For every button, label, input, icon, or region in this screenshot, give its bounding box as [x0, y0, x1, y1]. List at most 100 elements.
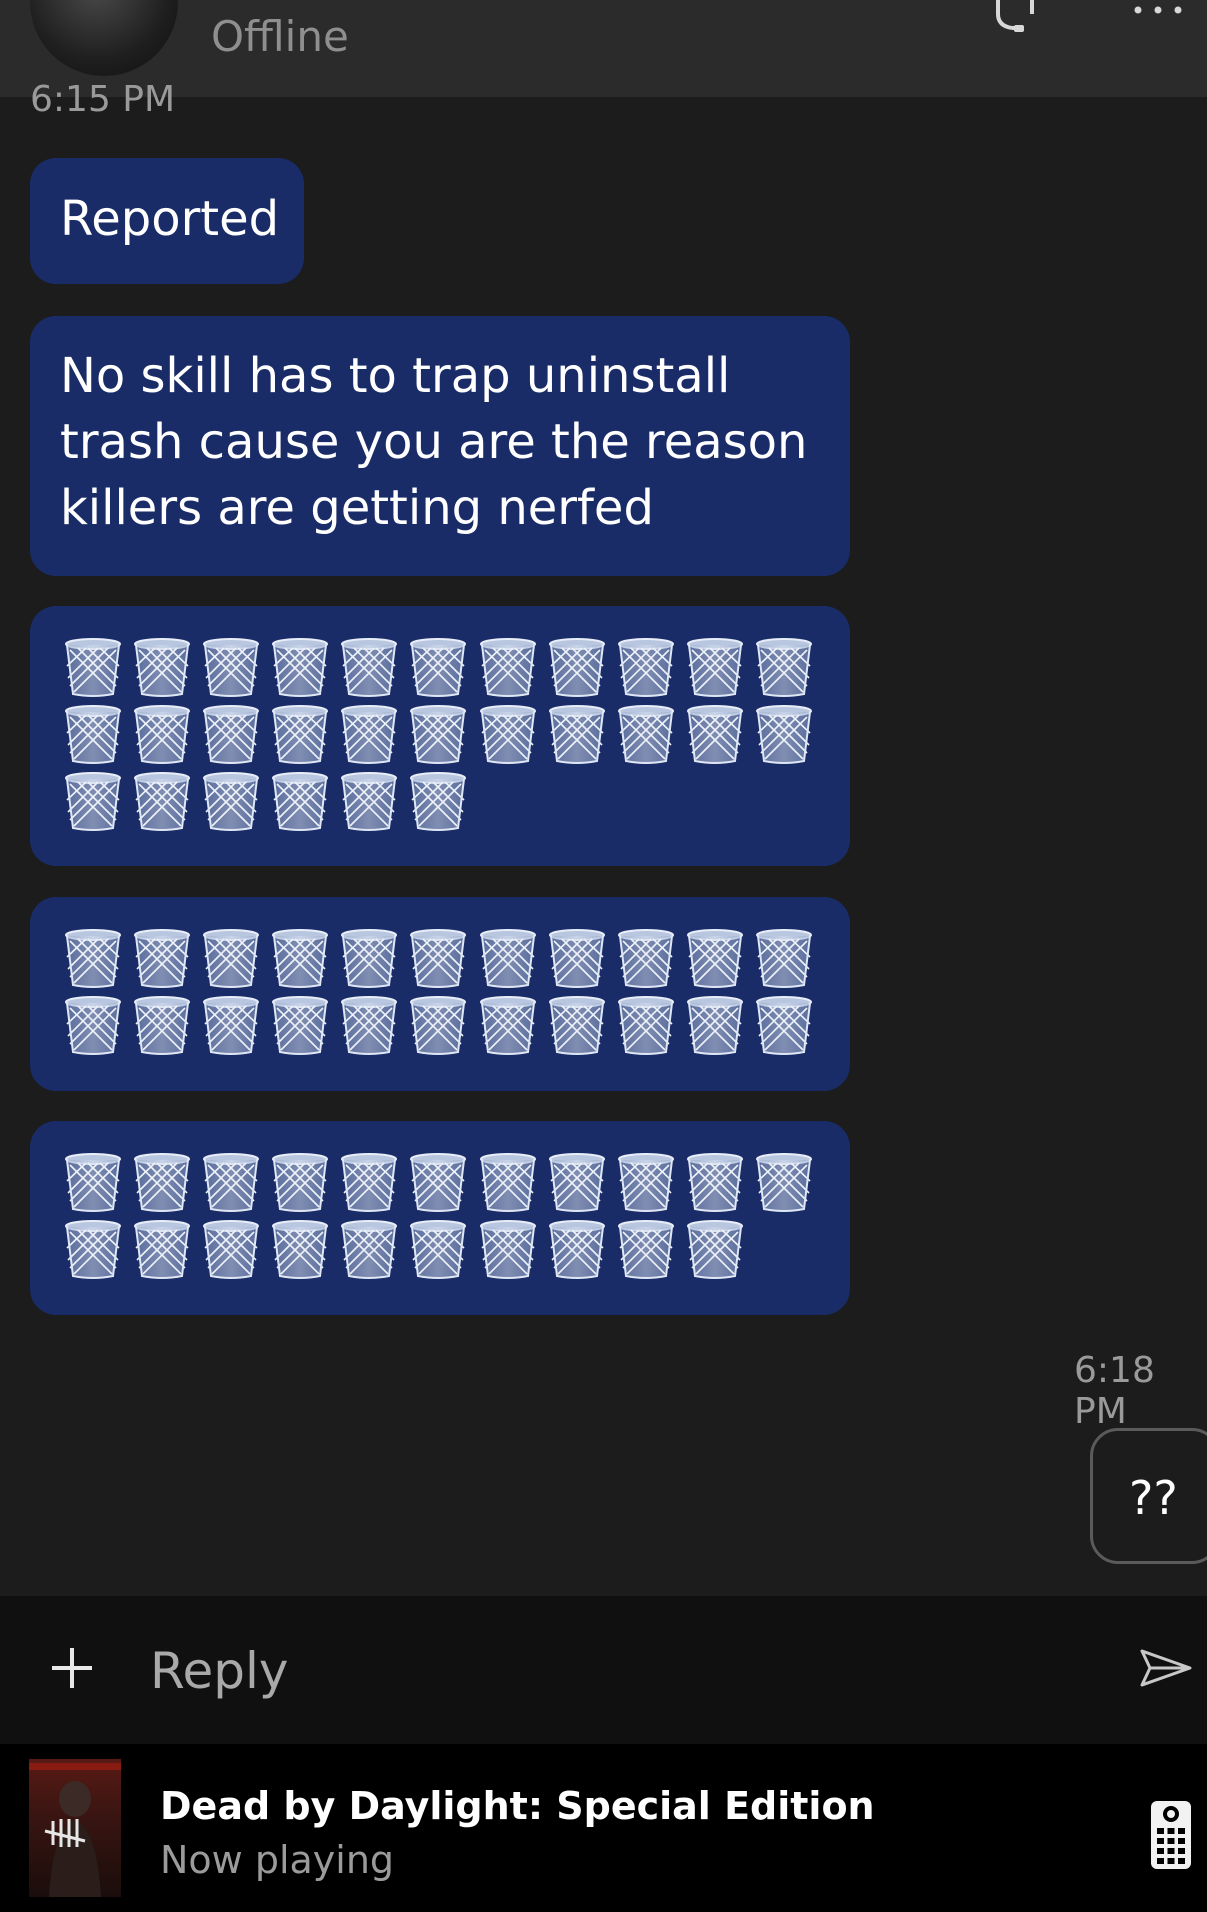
headset-icon: [996, 0, 1034, 32]
wastebasket-icon: [548, 929, 606, 989]
wastebasket-icon: [686, 638, 744, 698]
wastebasket-icon: [64, 705, 122, 765]
wastebasket-icon: [479, 705, 537, 765]
wastebasket-icon: [617, 1220, 675, 1280]
wastebasket-icon: [755, 1153, 813, 1213]
wastebasket-icon: [340, 705, 398, 765]
wastebasket-icon: [409, 638, 467, 698]
wastebasket-icon: [64, 996, 122, 1056]
more-options-button[interactable]: [1130, 4, 1186, 24]
message-text: ??: [1129, 1471, 1178, 1525]
emoji-row: [64, 996, 824, 1063]
wastebasket-icon: [271, 1153, 329, 1213]
wastebasket-icon: [202, 638, 260, 698]
incoming-message[interactable]: No skill has to trap uninstall trash cau…: [30, 316, 850, 576]
wastebasket-icon: [409, 1153, 467, 1213]
wastebasket-icon: [755, 705, 813, 765]
wastebasket-icon: [271, 772, 329, 832]
wastebasket-icon: [202, 1220, 260, 1280]
wastebasket-icon: [686, 1153, 744, 1213]
wastebasket-icon: [409, 705, 467, 765]
wastebasket-icon: [340, 1153, 398, 1213]
wastebasket-icon: [409, 996, 467, 1056]
wastebasket-icon: [340, 1220, 398, 1280]
remote-icon: [1151, 1801, 1191, 1869]
reply-input[interactable]: [148, 1630, 1092, 1712]
wastebasket-icon: [202, 996, 260, 1056]
outgoing-message[interactable]: ??: [1090, 1428, 1207, 1564]
avatar[interactable]: [30, 0, 178, 76]
wastebasket-icon: [340, 638, 398, 698]
wastebasket-icon: [686, 929, 744, 989]
wastebasket-icon: [686, 1220, 744, 1280]
wastebasket-icon: [548, 705, 606, 765]
now-playing-label: Now playing: [160, 1838, 395, 1882]
wastebasket-icon: [271, 929, 329, 989]
wastebasket-icon: [686, 996, 744, 1056]
incoming-message[interactable]: [30, 1121, 850, 1315]
wastebasket-icon: [340, 772, 398, 832]
wastebasket-icon: [271, 638, 329, 698]
wastebasket-icon: [548, 638, 606, 698]
more-icon: [1134, 6, 1182, 14]
emoji-row: [64, 638, 824, 705]
send-button[interactable]: [1140, 1648, 1192, 1688]
chat-header: Offline: [0, 0, 1207, 97]
party-chat-button[interactable]: [990, 0, 1040, 34]
wastebasket-icon: [133, 705, 191, 765]
emoji-row: [64, 929, 824, 996]
wastebasket-icon: [617, 1153, 675, 1213]
incoming-message[interactable]: Reported: [30, 158, 304, 284]
reply-bar: [0, 1596, 1207, 1744]
plus-icon: [52, 1648, 92, 1688]
now-playing-bar[interactable]: Dead by Daylight: Special Edition Now pl…: [0, 1744, 1207, 1912]
wastebasket-icon: [133, 638, 191, 698]
wastebasket-icon: [409, 772, 467, 832]
wastebasket-icon: [133, 772, 191, 832]
wastebasket-icon: [479, 929, 537, 989]
add-attachment-button[interactable]: [50, 1646, 94, 1690]
emoji-row: [64, 1153, 824, 1220]
emoji-group: [64, 638, 824, 839]
wastebasket-icon: [409, 1220, 467, 1280]
wastebasket-icon: [617, 996, 675, 1056]
remote-control-button[interactable]: [1150, 1800, 1192, 1870]
wastebasket-icon: [133, 1153, 191, 1213]
wastebasket-icon: [617, 705, 675, 765]
wastebasket-icon: [133, 929, 191, 989]
wastebasket-icon: [755, 996, 813, 1056]
wastebasket-icon: [340, 929, 398, 989]
game-cover-art: [29, 1759, 121, 1897]
wastebasket-icon: [755, 929, 813, 989]
message-timestamp: 6:15 PM: [30, 82, 176, 118]
incoming-message[interactable]: [30, 897, 850, 1091]
wastebasket-icon: [133, 996, 191, 1056]
wastebasket-icon: [271, 1220, 329, 1280]
emoji-group: [64, 1153, 824, 1287]
wastebasket-icon: [133, 1220, 191, 1280]
wastebasket-icon: [479, 1153, 537, 1213]
wastebasket-icon: [64, 638, 122, 698]
presence-status: Offline: [211, 12, 349, 61]
wastebasket-icon: [479, 638, 537, 698]
wastebasket-icon: [617, 638, 675, 698]
emoji-row: [64, 772, 824, 839]
incoming-message[interactable]: [30, 606, 850, 866]
message-text: No skill has to trap uninstall trash cau…: [60, 348, 808, 536]
wastebasket-icon: [64, 772, 122, 832]
wastebasket-icon: [409, 929, 467, 989]
message-timestamp: 6:18 PM: [1074, 1350, 1155, 1432]
emoji-row: [64, 705, 824, 772]
wastebasket-icon: [340, 996, 398, 1056]
wastebasket-icon: [479, 1220, 537, 1280]
wastebasket-icon: [64, 1153, 122, 1213]
wastebasket-icon: [64, 1220, 122, 1280]
wastebasket-icon: [202, 705, 260, 765]
wastebasket-icon: [202, 772, 260, 832]
wastebasket-icon: [271, 705, 329, 765]
send-icon: [1140, 1649, 1192, 1687]
emoji-group: [64, 929, 824, 1063]
message-text: Reported: [60, 191, 280, 247]
wastebasket-icon: [755, 638, 813, 698]
wastebasket-icon: [548, 1220, 606, 1280]
